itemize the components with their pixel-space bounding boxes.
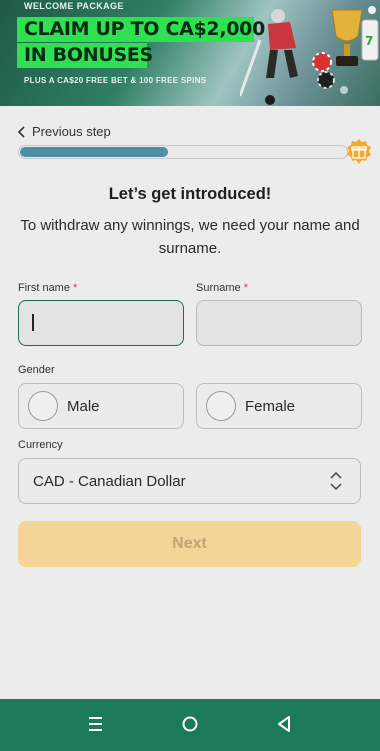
currency-selected-value: CAD - Canadian Dollar (33, 473, 186, 490)
trophy-image (331, 9, 363, 66)
previous-step-link[interactable]: Previous step (17, 124, 111, 139)
chevron-up-down-icon (330, 471, 342, 491)
first-name-input[interactable] (18, 300, 184, 346)
banner-kicker: WELCOME PACKAGE (24, 1, 124, 11)
page-subtitle: To withdraw any winnings, we need your n… (20, 217, 360, 257)
required-mark: * (73, 282, 78, 294)
gender-option-label: Male (67, 397, 100, 415)
next-button[interactable]: Next (18, 521, 361, 567)
registration-progress-bar (18, 145, 348, 159)
surname-label-text: Surname (196, 282, 241, 294)
gift-icon (347, 139, 371, 164)
banner-headline-line2: IN BONUSES (17, 43, 153, 68)
required-mark: * (243, 282, 248, 294)
currency-select[interactable]: CAD - Canadian Dollar (18, 458, 361, 504)
page-title: Let’s get introduced! (108, 185, 272, 203)
radio-circle-icon (28, 391, 58, 421)
back-triangle-icon[interactable] (271, 713, 297, 737)
menu-icon[interactable] (83, 713, 109, 737)
gender-label: Gender (18, 364, 55, 376)
hockey-player-image (266, 9, 298, 78)
first-name-label: First name * (18, 282, 77, 294)
gender-option-label: Female (245, 397, 296, 415)
text-cursor (32, 314, 34, 331)
previous-step-label: Previous step (32, 124, 111, 139)
chevron-left-icon (17, 125, 25, 138)
radio-circle-icon (206, 391, 236, 421)
svg-text:7: 7 (365, 34, 373, 48)
system-navigation-bar (0, 699, 380, 751)
currency-label: Currency (18, 439, 63, 451)
gender-option-female[interactable]: Female (196, 383, 362, 429)
gender-option-male[interactable]: Male (18, 383, 184, 429)
progress-fill (20, 147, 168, 157)
surname-input[interactable] (196, 300, 362, 346)
banner-subline: PLUS A CA$20 FREE BET & 100 FREE SPINS (24, 76, 207, 85)
surname-label: Surname * (196, 282, 248, 294)
banner-hockey-trophy-illustration: 7 (240, 6, 379, 105)
promo-banner[interactable]: WELCOME PACKAGE CLAIM UP TO CA$2,000 IN … (0, 0, 380, 106)
banner-headline-line1: CLAIM UP TO CA$2,000 (17, 17, 265, 42)
home-circle-icon[interactable] (177, 713, 203, 737)
first-name-label-text: First name (18, 282, 70, 294)
